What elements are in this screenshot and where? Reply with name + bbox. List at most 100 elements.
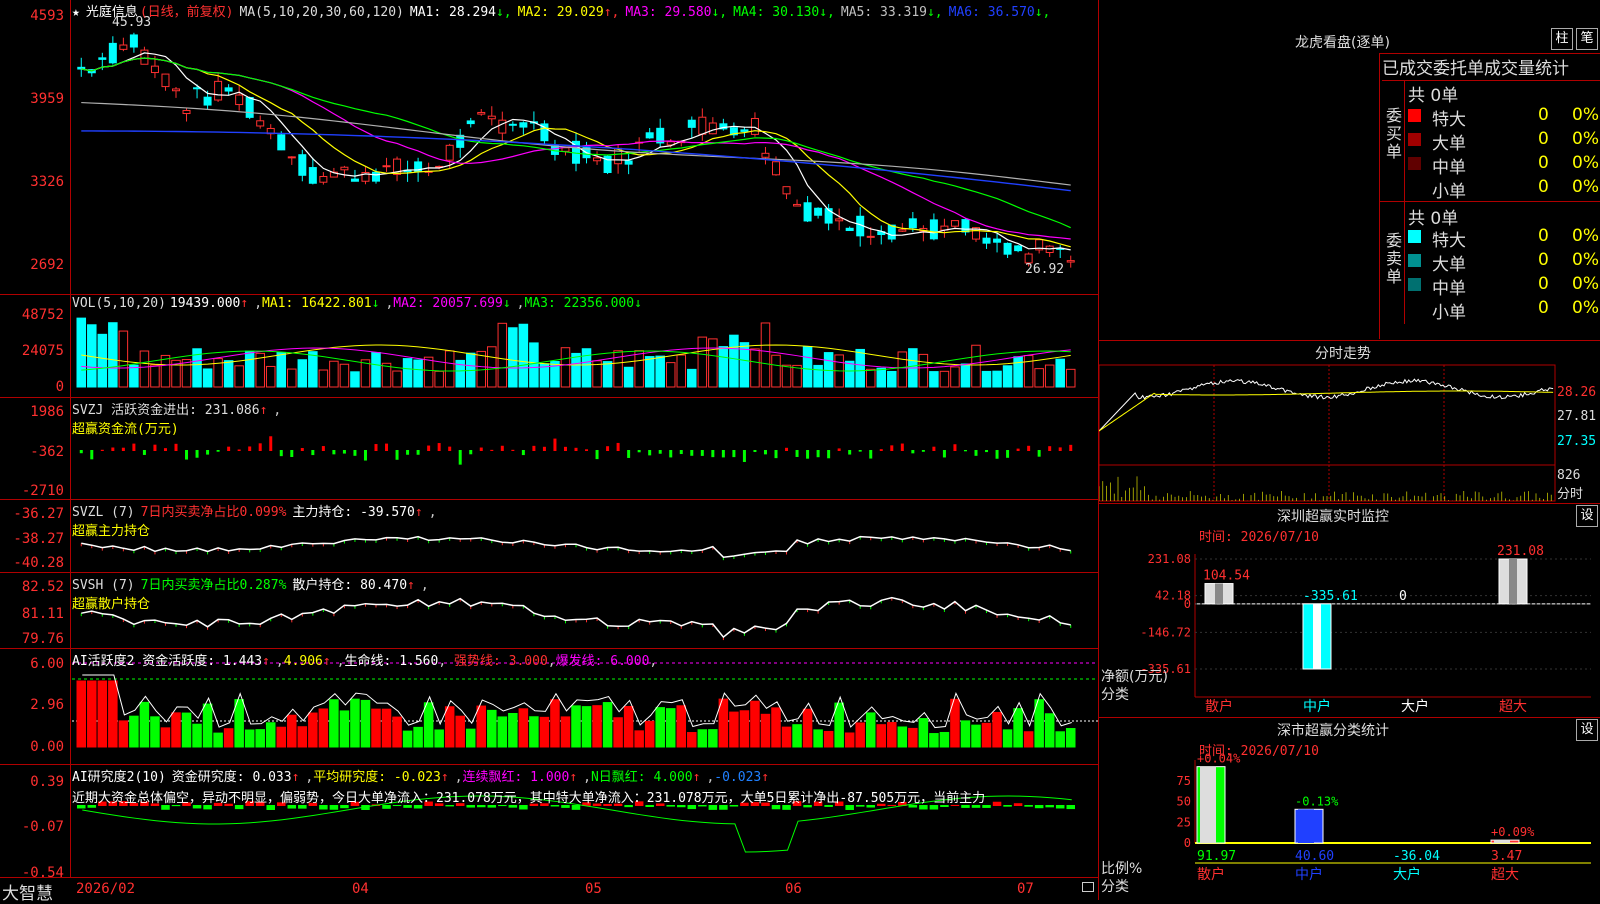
candle: [182, 109, 191, 115]
activity-bar: [992, 711, 1002, 748]
kline-pane[interactable]: 4593 3959 3326 2692 ★ 光庭信息 (日线，前复权) MA(5,10…: [0, 0, 1098, 295]
sz-monitor-panel[interactable]: 深圳超赢实时监控 设 时间: 2026/07/10 231.08 42.18 0 -1…: [1099, 503, 1600, 717]
flow-bar: [132, 443, 136, 451]
flow-bar: [1016, 448, 1020, 451]
volume-bar: [771, 354, 781, 388]
flow-bar: [963, 450, 967, 452]
svzj-pane[interactable]: 1986 -362 -2710 SVZJ 活跃资金进出: 231.086↑, 超…: [0, 398, 1098, 500]
activity-bar: [897, 726, 908, 748]
class-bar-value: 91.97: [1197, 849, 1236, 864]
activity-bar: [750, 700, 760, 748]
candle: [235, 94, 244, 106]
lhb-row: 特大 0 0%: [1408, 226, 1600, 251]
row-qty: 0: [1538, 226, 1549, 246]
kline-chart[interactable]: [0, 0, 1098, 294]
sz-class-xlabel: 分类: [1101, 879, 1129, 895]
flow-bar: [837, 448, 841, 451]
ma-value-5: MA5: 33.319: [840, 5, 927, 20]
activity-bar: [729, 711, 739, 748]
flow-bar: [342, 450, 346, 454]
color-swatch: [1408, 230, 1421, 243]
lhb-row: 大单 0 0%: [1408, 250, 1600, 275]
candle: [908, 218, 917, 229]
candle: [982, 237, 991, 244]
lock-icon[interactable]: [1082, 882, 1094, 892]
ai1-burst: 爆发线: 6.000: [555, 654, 650, 669]
monitor-category: 中户: [1303, 698, 1331, 715]
class-tick: 50: [1177, 795, 1191, 809]
flow-bar: [932, 446, 936, 451]
volume-bar: [97, 333, 108, 388]
activity-bar: [813, 729, 823, 748]
activity-bar: [708, 729, 718, 748]
svzj-sub: 超赢资金流(万元): [72, 422, 179, 437]
ai-activity-pane[interactable]: 6.00 2.96 0.00 AI活跃度2 资金活跃度: 1.443↑ ,4.90…: [0, 649, 1098, 765]
volume-bar: [234, 365, 244, 388]
sz-class-panel[interactable]: 深市超赢分类统计 设 时间: 2026/07/10 75 50 25 0 +0.04% 9…: [1099, 717, 1600, 901]
ma-value-6: MA6: 36.570: [948, 5, 1035, 20]
row-qty: 0: [1538, 177, 1549, 197]
volume-bar: [644, 356, 655, 388]
activity-bar: [529, 716, 539, 748]
candle: [1014, 245, 1023, 252]
class-tick: 0: [1184, 836, 1191, 850]
flow-bar: [227, 446, 231, 451]
sz-monitor-xlabel: 分类: [1101, 687, 1129, 703]
svzl-pane[interactable]: -36.27 -38.27 -40.28 SVZL (7) 7日内买卖净占比0.0…: [0, 500, 1098, 573]
flow-bar: [658, 450, 662, 454]
volume-bar: [865, 368, 876, 388]
svsh-pane[interactable]: 82.52 81.11 79.76 SVSH (7) 7日内买卖净占比0.287%…: [0, 573, 1098, 649]
volume-bar: [318, 369, 329, 388]
flow-bar: [553, 438, 557, 451]
star-icon: ★: [72, 5, 80, 20]
activity-bar: [781, 726, 792, 748]
candle: [561, 147, 570, 152]
volume-bar: [223, 360, 234, 388]
chart-mode: (日线，前复权): [139, 5, 234, 20]
activity-bar: [760, 713, 771, 748]
volume-bar: [687, 368, 697, 388]
activity-bar: [834, 702, 844, 748]
bar-mode-button[interactable]: 柱: [1551, 28, 1573, 50]
lhb-row: 特大 0 0%: [1408, 105, 1600, 130]
high-price-label: 45.93: [112, 15, 152, 30]
flow-bar: [700, 450, 704, 456]
sz-class-chart[interactable]: 75 50 25 0 +0.04% 91.97 散户 -0.13% 40.60 中户 -36.04 大…: [1099, 718, 1600, 901]
activity-bar: [339, 710, 350, 748]
tick-mode-button[interactable]: 笔: [1576, 28, 1598, 50]
sz-monitor-chart[interactable]: 231.0842.180-146.72-335.61104.54散户-335.6…: [1099, 504, 1600, 717]
flow-bar: [311, 450, 315, 456]
volume-bar: [1023, 355, 1034, 388]
activity-bar: [844, 732, 855, 748]
activity-bar: [297, 726, 308, 748]
activity-bar: [476, 705, 487, 748]
lhb-header: 已成交委托单成交量统计: [1382, 54, 1600, 81]
flow-bar: [890, 445, 894, 451]
ai2-last: -0.023: [714, 770, 762, 785]
volume-bar: [129, 364, 139, 388]
activity-bar: [444, 706, 455, 748]
row-pct: 0%: [1572, 250, 1599, 270]
monitor-bar-label: -335.61: [1303, 589, 1358, 604]
flow-bar: [490, 449, 494, 451]
svsh-sub: 超赢散户持仓: [72, 597, 151, 612]
volume-bar: [813, 364, 823, 388]
flow-bar: [669, 450, 673, 458]
monitor-bar-label: 231.08: [1497, 544, 1544, 559]
activity-bar: [139, 701, 150, 748]
activity-bar: [665, 708, 676, 748]
volume-bar: [444, 350, 455, 388]
volume-pane[interactable]: 48752 24075 0 VOL(5,10,20) 19439.000↑ ,MA1…: [0, 295, 1098, 398]
volume-bar: [623, 366, 634, 388]
volume-bar: [760, 322, 771, 388]
volume-bar: [971, 344, 981, 388]
volume-bar: [876, 367, 887, 388]
activity-bar: [202, 703, 213, 748]
activity-bar: [118, 720, 129, 748]
class-bar-top-label: -0.13%: [1295, 794, 1339, 808]
intraday-panel[interactable]: 分时走势 28.26 27.81 27.35 826 分时: [1099, 340, 1600, 503]
intraday-chart[interactable]: [1099, 341, 1600, 503]
row-qty: 0: [1538, 250, 1549, 270]
volume-bar: [508, 327, 518, 388]
ai-study-pane[interactable]: 0.39 -0.07 -0.54 AI研究度2(10) 资金研究度: 0.033↑…: [0, 765, 1098, 881]
